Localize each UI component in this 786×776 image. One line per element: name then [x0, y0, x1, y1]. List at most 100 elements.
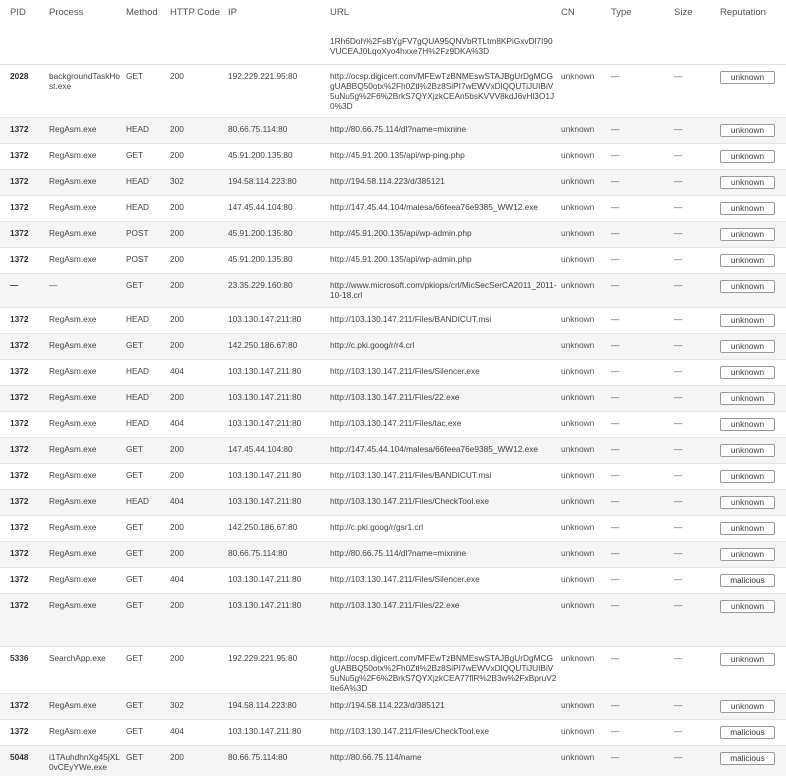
cn-cell: unknown [561, 150, 595, 160]
table-row[interactable]: 1372 RegAsm.exe HEAD 200 147.45.44.104:80 htt… [0, 195, 786, 222]
url-cell: http://ocsp.digicert.com/MFEwTzBNMEswSTA… [330, 653, 557, 693]
ip-cell: 103.130.147.211:80 [228, 392, 302, 402]
table-row[interactable]: 1372 RegAsm.exe GET 200 147.45.44.104:80 http… [0, 437, 786, 464]
table-row[interactable]: 1372 RegAsm.exe GET 200 142.250.186.67:80 htt… [0, 515, 786, 542]
column-header-size[interactable]: Size [674, 0, 720, 36]
column-header-ip[interactable]: IP [228, 0, 330, 36]
reputation-badge[interactable]: unknown [720, 340, 775, 353]
reputation-badge[interactable]: unknown [720, 176, 775, 189]
reputation-badge[interactable]: unknown [720, 522, 775, 535]
table-row[interactable]: 5336 SearchApp.exe GET 200 192.229.221.95:80… [0, 646, 786, 694]
url-cell: http://80.66.75.114/dl?name=mixnine [330, 124, 467, 134]
reputation-badge[interactable]: unknown [720, 392, 775, 405]
http-code-cell: 404 [170, 574, 184, 584]
reputation-cell: unknown [720, 118, 786, 144]
table-row[interactable]: 1372 RegAsm.exe POST 200 45.91.200.135:80 htt… [0, 247, 786, 274]
http-code-cell: 200 [170, 202, 184, 212]
column-header-http-code[interactable]: HTTP Code [170, 0, 228, 36]
size-cell: — [674, 600, 683, 610]
pid-cell: 5336 [10, 653, 29, 663]
url-cell: http://194.58.114.223/d/385121 [330, 700, 445, 710]
method-cell: GET [126, 574, 144, 584]
url-cell: http://147.45.44.104/malesa/66feea76e938… [330, 202, 539, 212]
reputation-badge[interactable]: unknown [720, 202, 775, 215]
table-row[interactable]: 1372 RegAsm.exe GET 200 45.91.200.135:80 http… [0, 143, 786, 170]
url-cell: http://103.130.147.211/Files/Silencer.ex… [330, 574, 480, 584]
table-row[interactable]: 1372 RegAsm.exe POST 200 45.91.200.135:80 htt… [0, 221, 786, 248]
reputation-cell: malicious [720, 568, 786, 594]
column-header-pid[interactable]: PID [0, 0, 49, 36]
http-code-cell: 200 [170, 653, 184, 663]
reputation-badge[interactable]: malicious [720, 726, 775, 739]
process-cell: RegAsm.exe [49, 600, 97, 610]
table-row[interactable]: 1372 RegAsm.exe HEAD 404 103.130.147.211:80 h… [0, 489, 786, 516]
table-row[interactable]: 1372 RegAsm.exe GET 200 142.250.186.67:80 htt… [0, 333, 786, 360]
method-cell: HEAD [126, 176, 150, 186]
reputation-badge[interactable]: unknown [720, 314, 775, 327]
process-cell: RegAsm.exe [49, 176, 97, 186]
cn-cell: unknown [561, 340, 595, 350]
cn-cell: unknown [561, 574, 595, 584]
table-row[interactable]: 2028 backgroundTaskHost.exe GET 200 192.229.… [0, 64, 786, 118]
table-row[interactable]: 1372 RegAsm.exe GET 404 103.130.147.211:80 ht… [0, 567, 786, 594]
table-row[interactable]: 1372 RegAsm.exe HEAD 302 194.58.114.223:80 ht… [0, 169, 786, 196]
table-row[interactable]: 1372 RegAsm.exe HEAD 200 103.130.147.211:80 h… [0, 307, 786, 334]
type-cell: — [611, 340, 620, 350]
reputation-badge[interactable]: malicious [720, 574, 775, 587]
column-header-method[interactable]: Method [126, 0, 170, 36]
http-code-cell: 200 [170, 280, 184, 290]
column-header-reputation[interactable]: Reputation [720, 0, 786, 36]
pid-cell: 1372 [10, 574, 29, 584]
table-row[interactable]: 1372 RegAsm.exe HEAD 200 103.130.147.211:80 h… [0, 385, 786, 412]
reputation-badge[interactable]: unknown [720, 496, 775, 509]
table-row[interactable]: 1372 RegAsm.exe GET 302 194.58.114.223:80 htt… [0, 693, 786, 720]
table-row[interactable]: 1372 RegAsm.exe GET 200 103.130.147.211:80 ht… [0, 593, 786, 647]
size-cell: — [674, 150, 683, 160]
reputation-badge[interactable]: malicious [720, 752, 775, 765]
table-row[interactable]: 1372 RegAsm.exe GET 200 103.130.147.211:80 ht… [0, 463, 786, 490]
reputation-badge[interactable]: unknown [720, 366, 775, 379]
url-cell: http://45.91.200.135/api/wp-ping.php [330, 150, 465, 160]
url-cell: http://45.91.200.135/api/wp-admin.php [330, 228, 472, 238]
reputation-badge[interactable]: unknown [720, 280, 775, 293]
table-row[interactable]: 1372 RegAsm.exe GET 200 80.66.75.114:80 http:… [0, 541, 786, 568]
url-cell: http://103.130.147.211/Files/CheckTool.e… [330, 496, 489, 506]
cn-cell: unknown [561, 444, 595, 454]
url-cell: http://147.45.44.104/malesa/66feea76e938… [330, 444, 539, 454]
table-row-partial: 1Rh6Doh%2FsBYgFV7gQUA95QNVbRTLtm8KPiGxvD… [0, 36, 786, 65]
url-cell: http://80.66.75.114/dl?name=mixnine [330, 548, 467, 558]
reputation-badge[interactable]: unknown [720, 71, 775, 84]
reputation-badge[interactable]: unknown [720, 228, 775, 241]
reputation-badge[interactable]: unknown [720, 700, 775, 713]
column-header-cn[interactable]: CN [561, 0, 611, 36]
process-cell: RegAsm.exe [49, 444, 97, 454]
table-row[interactable]: — — GET 200 23.35.229.160:80 http://www.micro… [0, 273, 786, 308]
reputation-badge[interactable]: unknown [720, 124, 775, 137]
process-cell: RegAsm.exe [49, 392, 97, 402]
method-cell: GET [126, 444, 144, 454]
url-cell: http://103.130.147.211/Files/tac.exe [330, 418, 462, 428]
table-row[interactable]: 1372 RegAsm.exe HEAD 404 103.130.147.211:80 h… [0, 359, 786, 386]
column-header-process[interactable]: Process [49, 0, 126, 36]
column-header-type[interactable]: Type [611, 0, 674, 36]
table-row[interactable]: 1372 RegAsm.exe HEAD 200 80.66.75.114:80 http… [0, 117, 786, 144]
size-cell: — [674, 71, 683, 81]
http-code-cell: 200 [170, 470, 184, 480]
reputation-badge[interactable]: unknown [720, 653, 775, 666]
reputation-badge[interactable]: unknown [720, 150, 775, 163]
table-row[interactable]: 1372 RegAsm.exe HEAD 404 103.130.147.211:80 h… [0, 411, 786, 438]
cn-cell: unknown [561, 752, 595, 762]
ip-cell: 194.58.114.223:80 [228, 176, 297, 186]
method-cell: HEAD [126, 314, 150, 324]
table-row[interactable]: 5048 i1TAuhdhnXg45jXL0vCEyYWe.exe GET 200 80… [0, 745, 786, 776]
column-header-url[interactable]: URL [330, 0, 561, 36]
reputation-badge[interactable]: unknown [720, 418, 775, 431]
size-cell: — [674, 548, 683, 558]
reputation-badge[interactable]: unknown [720, 600, 775, 613]
reputation-badge[interactable]: unknown [720, 254, 775, 267]
method-cell: HEAD [126, 496, 150, 506]
reputation-badge[interactable]: unknown [720, 444, 775, 457]
http-code-cell: 200 [170, 228, 184, 238]
reputation-badge[interactable]: unknown [720, 470, 775, 483]
reputation-badge[interactable]: unknown [720, 548, 775, 561]
